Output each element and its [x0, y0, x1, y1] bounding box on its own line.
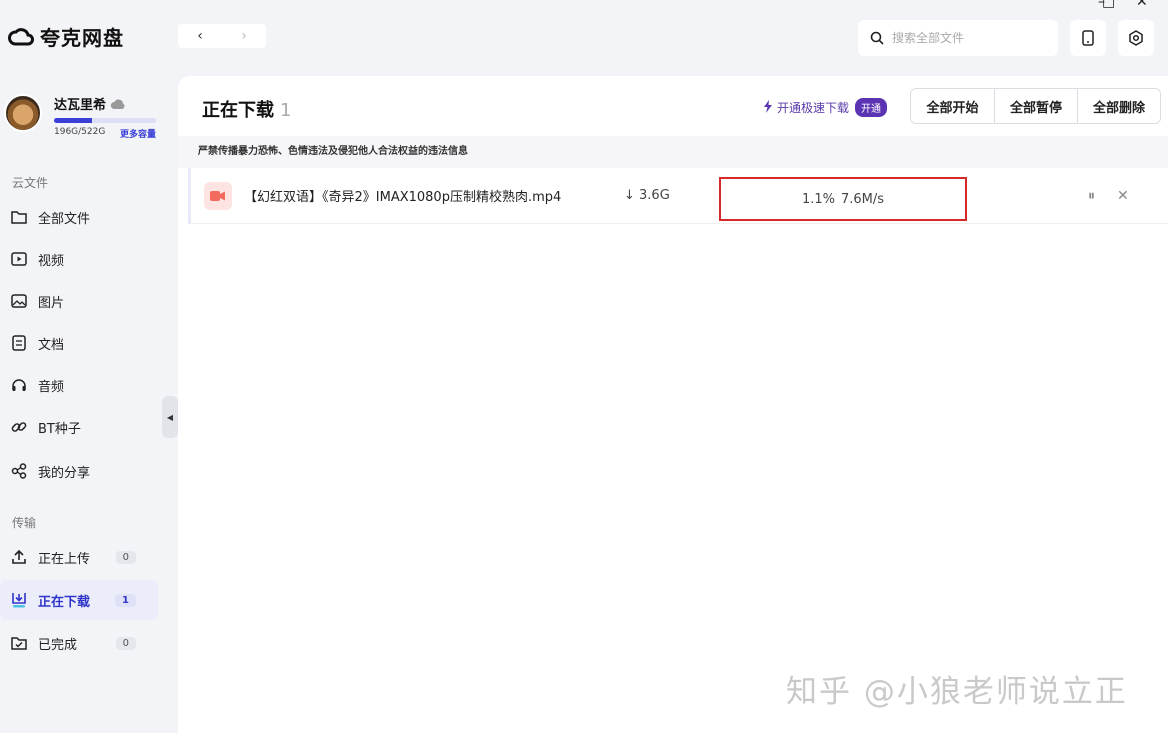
user-name: 达瓦里希: [54, 98, 107, 113]
back-arrow-icon[interactable]: ‹: [185, 24, 215, 48]
count-badge: 0: [115, 636, 136, 650]
page-title-text: 正在下载: [202, 100, 274, 121]
phone-icon: [1082, 30, 1094, 46]
download-count: 1: [280, 100, 292, 121]
transfer-section-label: 传输: [12, 516, 37, 530]
table-row[interactable]: 【幻红双语】《奇异2》IMAX1080p压制精校熟肉.mp4 ↓ 3.6G 1.…: [188, 168, 1168, 224]
count-badge: 1: [115, 593, 136, 607]
mobile-button[interactable]: [1070, 20, 1106, 56]
quota-fill: [54, 118, 93, 123]
sidebar-collapse-handle[interactable]: ◀: [162, 396, 178, 438]
cloud-section-label: 云文件: [12, 176, 49, 190]
sidebar-item-label: 音频: [38, 379, 65, 395]
sidebar-item-label: 正在下载: [38, 594, 91, 610]
sidebar-item-label: 已完成: [38, 637, 78, 653]
completed-icon: [10, 634, 28, 652]
file-size-value: 3.6G: [639, 188, 670, 203]
upload-icon: [10, 548, 28, 566]
sidebar-item-bt-seeds[interactable]: BT种子: [0, 407, 158, 447]
sidebar-item-label: 全部文件: [38, 211, 91, 227]
sidebar-item-downloading[interactable]: 正在下载 1: [0, 580, 158, 620]
legal-notice: 严禁传播暴力恐怖、色情违法及侵犯他人合法权益的违法信息: [178, 136, 1168, 168]
user-panel: 达瓦里希 196G/522G 更多容量: [4, 94, 156, 140]
sidebar-item-audio[interactable]: 音频: [0, 365, 158, 405]
main-panel: 正在下载 1 开通极速下载 开通 全部开始 全部暂停 全部删除 严禁传播暴力恐怖、…: [178, 76, 1168, 733]
progress-percent: 1.1%: [801, 191, 835, 207]
speed-promo-text: 开通极速下载: [777, 101, 850, 115]
video-file-icon: [204, 181, 232, 210]
search-icon: [870, 31, 884, 45]
search-box[interactable]: [858, 20, 1058, 56]
link-icon: [10, 418, 28, 436]
forward-arrow-icon[interactable]: ›: [229, 24, 259, 48]
folder-icon: [10, 208, 28, 226]
avatar[interactable]: [4, 94, 42, 132]
download-speed: 7.6M/s: [840, 191, 885, 207]
cancel-icon[interactable]: ✕: [1117, 188, 1129, 204]
progress-status: 1.1% 7.6M/s: [719, 177, 967, 221]
search-input[interactable]: [892, 31, 1042, 45]
image-icon: [10, 292, 28, 310]
sidebar-item-video[interactable]: 视频: [0, 239, 158, 279]
delete-all-button[interactable]: 全部删除: [1077, 89, 1160, 123]
sidebar-item-label: 文档: [38, 337, 65, 353]
count-badge: 0: [115, 550, 136, 564]
pause-icon[interactable]: ⏸: [1088, 188, 1095, 204]
cloud-logo-icon: [8, 27, 34, 45]
document-icon: [10, 334, 28, 352]
cloud-sync-icon: [110, 99, 125, 109]
sidebar-item-uploading[interactable]: 正在上传 0: [0, 537, 158, 577]
sidebar-item-all-files[interactable]: 全部文件: [0, 197, 158, 237]
sidebar-item-label: BT种子: [38, 421, 81, 437]
sidebar-item-my-shares[interactable]: 我的分享: [0, 451, 158, 491]
sidebar-item-label: 我的分享: [38, 465, 91, 481]
sidebar-item-completed[interactable]: 已完成 0: [0, 623, 158, 663]
row-actions: ⏸ ✕: [1088, 188, 1129, 204]
bulk-actions: 全部开始 全部暂停 全部删除: [910, 88, 1161, 124]
speed-promo-pill[interactable]: 开通: [855, 98, 888, 117]
sidebar-item-label: 正在上传: [38, 551, 91, 567]
file-name: 【幻红双语】《奇异2》IMAX1080p压制精校熟肉.mp4: [244, 190, 562, 205]
close-window-button[interactable]: ✕: [1136, 0, 1148, 10]
share-icon: [10, 462, 28, 480]
pause-all-button[interactable]: 全部暂停: [994, 89, 1077, 123]
sidebar-item-label: 视频: [38, 253, 65, 269]
video-icon: [10, 250, 28, 268]
gear-icon: [1129, 30, 1143, 46]
app-title: 夸克网盘: [40, 26, 124, 50]
quota-bar: [54, 118, 156, 123]
settings-button[interactable]: [1118, 20, 1154, 56]
maximize-button[interactable]: □: [1102, 0, 1115, 10]
headphones-icon: [10, 376, 28, 394]
page-title: 正在下载 1: [202, 96, 291, 122]
lightning-icon: [763, 99, 773, 116]
more-capacity-link[interactable]: 更多容量: [120, 127, 156, 140]
quota-text: 196G/522G: [54, 127, 106, 137]
sidebar-item-label: 图片: [38, 295, 65, 311]
speed-promo[interactable]: 开通极速下载 开通: [763, 98, 888, 117]
watermark: 知乎 @小狼老师说立正: [786, 674, 1128, 710]
app-logo: 夸克网盘: [8, 22, 124, 51]
sidebar-item-documents[interactable]: 文档: [0, 323, 158, 363]
nav-arrows: ‹ ›: [178, 24, 266, 48]
download-icon: [10, 591, 28, 609]
start-all-button[interactable]: 全部开始: [911, 89, 994, 123]
collapse-arrow-icon: ◀: [166, 412, 174, 422]
file-size: ↓ 3.6G: [624, 188, 670, 203]
sidebar-item-images[interactable]: 图片: [0, 281, 158, 321]
